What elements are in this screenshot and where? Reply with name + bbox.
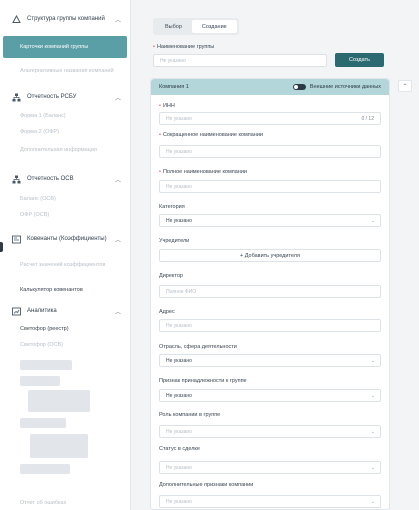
sidebar-section-osv[interactable]: Отчетность ОСВ ︿ xyxy=(0,170,130,188)
industry-label: Отрасль, сфера деятельности xyxy=(159,344,237,350)
deal-status-label: Статус в сделке xyxy=(159,446,200,452)
analytics-icon xyxy=(12,307,21,316)
deal-status-select[interactable]: Не указано ⌄ xyxy=(159,461,381,474)
sidebar-item-alt-names[interactable]: Альтернативные названия компаний xyxy=(0,62,130,80)
address-label: Адрес xyxy=(159,309,175,315)
covenants-icon xyxy=(12,235,21,244)
extra-attrs-select[interactable]: Не указано ⌄ xyxy=(159,495,381,508)
address-input[interactable]: Не указано xyxy=(159,319,381,332)
director-input[interactable]: Полное ФИО xyxy=(159,285,381,298)
sidebar-section-label: Аналитика xyxy=(27,307,57,314)
sidebar-item-osv-ofr[interactable]: ОФР (ОСВ) xyxy=(0,209,130,221)
role-select[interactable]: Не указано ⌄ xyxy=(159,425,381,438)
chevron-up-icon[interactable]: ︿ xyxy=(114,307,122,316)
company-card-header: Компания 1 Внешние источники данных xyxy=(151,79,389,95)
chevron-down-icon: ⌄ xyxy=(370,218,375,224)
sidebar-section-label: Структура группы компаний xyxy=(27,15,105,22)
add-founder-button[interactable]: + Добавить учредителя xyxy=(159,249,381,262)
chevron-up-icon[interactable]: ︿ xyxy=(114,15,122,24)
external-sources-toggle[interactable] xyxy=(292,84,306,90)
sidebar-item-traffic-osv[interactable]: Светофор (ОСВ) xyxy=(0,339,130,351)
chevron-down-icon: ⌄ xyxy=(370,393,375,399)
chevron-up-icon[interactable]: ︿ xyxy=(114,175,122,184)
sidebar-section-group-structure[interactable]: Структура группы компаний ︿ xyxy=(0,8,130,30)
director-label: Директор xyxy=(159,273,183,279)
sidebar-item-rsbu-form2[interactable]: Форма 2 (ОФР) xyxy=(0,126,130,138)
membership-select[interactable]: Не указано ⌄ xyxy=(159,389,381,402)
sidebar-item-company-cards[interactable]: Карточки компаний группы xyxy=(3,36,127,58)
sidebar-section-analytics[interactable]: Аналитика ︿ xyxy=(0,302,130,320)
membership-label: Признак принадлежности к группе xyxy=(159,378,247,384)
industry-select[interactable]: Не указано ⌄ xyxy=(159,354,381,367)
hierarchy-icon xyxy=(12,175,21,184)
inn-input[interactable]: Не указано 0 / 12 xyxy=(159,112,381,125)
redacted-item xyxy=(20,376,60,386)
sidebar-section-label: Ковенанты (Коэффициенты) xyxy=(27,235,107,242)
sidebar-item-osv-balance[interactable]: Баланс (ОСВ) xyxy=(0,193,130,205)
redacted-item xyxy=(30,434,88,458)
short-name-label: • Сокращенное наименование компании xyxy=(159,132,263,138)
tab-create[interactable]: Создание xyxy=(191,20,237,33)
sidebar-item-cov-calc[interactable]: Расчет значений коэффициентов xyxy=(0,256,130,274)
role-label: Роль компании в группе xyxy=(159,412,221,418)
sidebar-item-cov-calculator[interactable]: Калькулятор ковенантов xyxy=(0,284,130,296)
redacted-item xyxy=(28,390,90,412)
company-card: Компания 1 Внешние источники данных • ИНН… xyxy=(150,78,390,510)
sidebar-section-label: Отчетность ОСВ xyxy=(27,175,74,182)
extra-attrs-label: Дополнительные признаки компании xyxy=(159,482,254,488)
inn-label: • ИНН xyxy=(159,103,175,109)
chevron-down-icon: ⌄ xyxy=(370,465,375,471)
sidebar: Структура группы компаний ︿ Карточки ком… xyxy=(0,0,131,510)
chevron-down-icon: ⌄ xyxy=(370,358,375,364)
inn-counter: 0 / 12 xyxy=(361,116,374,122)
full-name-label: • Полное наименование компании xyxy=(159,169,247,175)
group-name-input[interactable]: Не указано xyxy=(153,54,327,67)
company-card-title: Компания 1 xyxy=(159,84,189,90)
chevron-down-icon: ⌄ xyxy=(370,499,375,505)
chevron-down-icon: ⌄ xyxy=(370,429,375,435)
sidebar-item-rsbu-extra[interactable]: Дополнительная информация xyxy=(0,141,130,159)
create-button[interactable]: Создать xyxy=(335,53,384,67)
sidebar-item-error-report[interactable]: Отчет об ошибках xyxy=(0,498,130,508)
chevron-up-icon[interactable]: ⌃ xyxy=(398,80,412,92)
mode-tabs: Выбор Создание xyxy=(153,18,239,35)
founders-label: Учредители xyxy=(159,238,190,244)
redacted-item xyxy=(20,464,70,474)
group-name-label: • Наименование группы xyxy=(153,44,215,50)
sidebar-section-rsbu[interactable]: Отчетность РСБУ ︿ xyxy=(0,88,130,106)
sidebar-section-covenants[interactable]: Ковенанты (Коэффициенты) ︿ xyxy=(0,228,130,250)
sidebar-section-label: Отчетность РСБУ xyxy=(27,93,77,100)
redacted-item xyxy=(20,360,72,370)
sidebar-item-traffic-registry[interactable]: Светофор (реестр) xyxy=(0,323,130,335)
sidebar-item-rsbu-form1[interactable]: Форма 1 (Баланс) xyxy=(0,110,130,122)
collapse-handle[interactable] xyxy=(0,242,3,252)
full-name-input[interactable]: Не указано xyxy=(159,180,381,193)
short-name-input[interactable]: Не указано xyxy=(159,145,381,158)
category-label: Категория xyxy=(159,204,185,210)
chevron-up-icon[interactable]: ︿ xyxy=(114,235,122,244)
category-select[interactable]: Не указано ⌄ xyxy=(159,214,381,227)
external-sources-label: Внешние источники данных xyxy=(309,84,381,90)
org-structure-icon xyxy=(12,14,21,24)
redacted-item xyxy=(20,418,66,428)
hierarchy-icon xyxy=(12,93,21,102)
tab-select[interactable]: Выбор xyxy=(155,20,192,33)
chevron-up-icon[interactable]: ︿ xyxy=(114,93,122,102)
